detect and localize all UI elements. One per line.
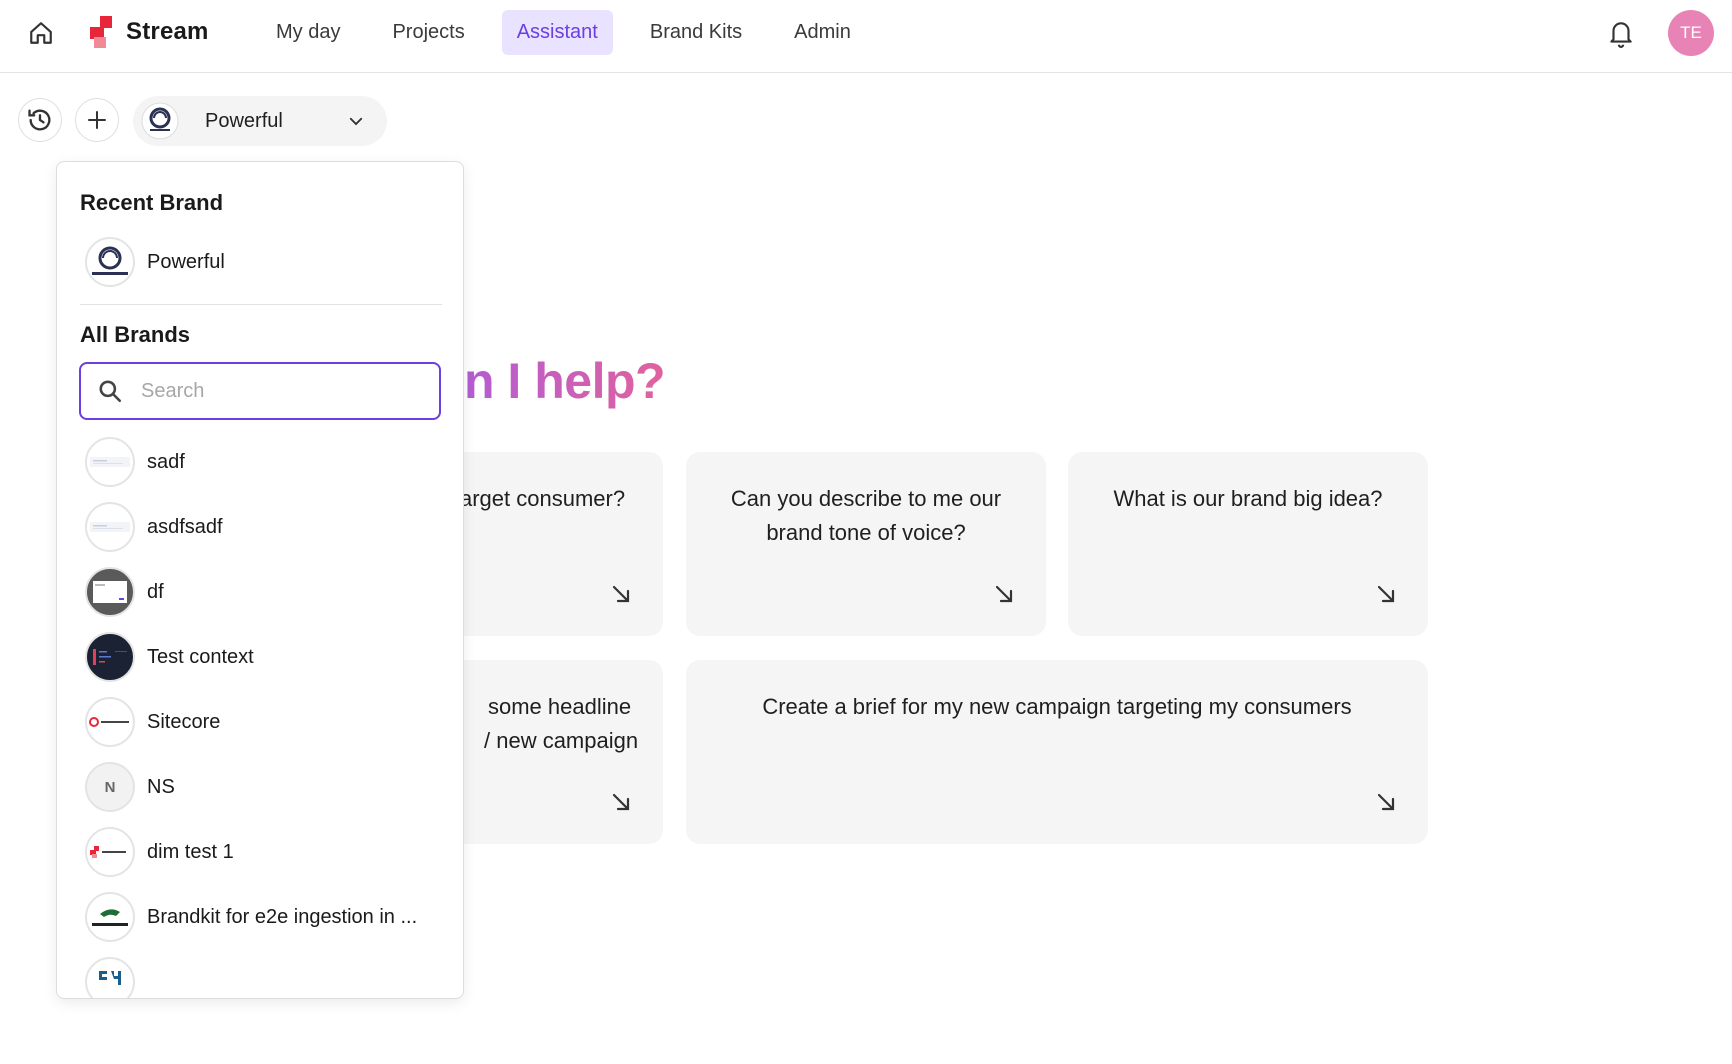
brand-list-item[interactable]: df	[85, 567, 164, 617]
brand-name: Powerful	[147, 250, 225, 273]
history-icon	[28, 109, 51, 131]
brand-list-item[interactable]: sadf	[85, 437, 185, 487]
brand-selector[interactable]: Powerful	[133, 96, 387, 146]
thumbnail-light-icon	[85, 437, 135, 487]
history-button[interactable]	[18, 98, 62, 142]
brand-list-item[interactable]: Test context	[85, 632, 254, 682]
home-icon[interactable]	[26, 18, 56, 48]
all-brands-heading: All Brands	[80, 322, 191, 347]
prompt-card[interactable]: What is our brand big idea?	[1068, 452, 1428, 636]
prompt-card-text-line: / new campaign	[484, 728, 639, 753]
prompt-card-text-line: some headline	[488, 694, 632, 719]
nav-assistant[interactable]: Assistant	[501, 10, 613, 55]
brand-list-item[interactable]: dim test 1	[85, 827, 234, 877]
assistant-greeting-heading: n I help?	[464, 353, 666, 409]
arrow-down-right-icon	[612, 793, 630, 811]
initial-avatar: N	[85, 762, 135, 812]
brand-list-item[interactable]: asdfsadf	[85, 502, 223, 552]
chevron-down-icon	[349, 117, 363, 126]
arrow-down-right-icon	[612, 585, 630, 603]
brand-name: Test context	[147, 645, 254, 668]
brand-search-field[interactable]	[79, 362, 441, 420]
thumbnail-dark-icon	[85, 632, 135, 682]
brand-initial: N	[104, 778, 116, 796]
plus-icon	[88, 111, 106, 129]
main-nav: My day Projects Assistant Brand Kits Adm…	[261, 10, 880, 55]
brand-selector-label: Powerful	[205, 109, 283, 132]
brand-list-item[interactable]: N NS	[85, 762, 175, 812]
brand-name: dim test 1	[147, 840, 234, 863]
nav-my-day[interactable]: My day	[261, 10, 355, 55]
brand-dropdown: Recent Brand Powerful All Brands sadf as…	[56, 161, 464, 999]
brand-name: Sitecore	[147, 710, 221, 733]
prompt-card-text: some headline / new campaign	[460, 690, 643, 758]
notification-bell-icon[interactable]	[1608, 18, 1638, 50]
thumbnail-screen-icon	[85, 567, 135, 617]
search-icon	[99, 380, 122, 403]
nav-projects[interactable]: Projects	[377, 10, 479, 55]
lacoste-logo-icon	[85, 892, 135, 942]
stream-logo-icon	[88, 16, 116, 48]
prompt-card[interactable]: Create a brief for my new campaign targe…	[686, 660, 1428, 844]
recent-brand-item[interactable]: Powerful	[85, 237, 225, 287]
recent-brand-heading: Recent Brand	[80, 190, 224, 215]
brand-name: sadf	[147, 450, 185, 473]
user-avatar[interactable]: TE	[1668, 10, 1714, 56]
new-chat-button[interactable]	[75, 98, 119, 142]
prompt-card[interactable]: Can you describe to me our brand tone of…	[686, 452, 1046, 636]
sitecore-logo-icon	[85, 697, 135, 747]
powerful-logo-icon	[85, 237, 135, 287]
arrow-down-right-icon	[1377, 793, 1395, 811]
powerful-logo-icon	[141, 102, 179, 140]
brand-list-item[interactable]: Sitecore	[85, 697, 220, 747]
nav-brand-kits[interactable]: Brand Kits	[635, 10, 757, 55]
arrow-down-right-icon	[995, 585, 1013, 603]
prompt-card-text: Can you describe to me our brand tone of…	[730, 486, 1002, 545]
thumbnail-light-icon	[85, 502, 135, 552]
divider	[80, 304, 442, 305]
brand-name: asdfsadf	[147, 515, 223, 538]
stream-logo-icon	[85, 827, 135, 877]
prompt-card-text: Create a brief for my new campaign targe…	[762, 694, 1352, 719]
brand-name: Brandkit for e2e ingestion in ...	[147, 905, 418, 928]
brand-list-item-partial[interactable]	[85, 957, 135, 998]
brand-name: df	[147, 580, 164, 603]
brand-logo-icon	[85, 957, 135, 998]
app-logo[interactable]: Stream	[88, 16, 209, 48]
nav-admin[interactable]: Admin	[779, 10, 866, 55]
brand-name: NS	[147, 775, 175, 798]
prompt-card-text: arget consumer?	[460, 486, 626, 511]
brand-search-input[interactable]	[141, 379, 401, 403]
top-navigation-bar: Stream My day Projects Assistant Brand K…	[0, 0, 1732, 73]
brand-list-item[interactable]: Brandkit for e2e ingestion in ...	[85, 892, 417, 942]
prompt-card-text: What is our brand big idea?	[1113, 486, 1383, 511]
app-name: Stream	[126, 18, 209, 45]
arrow-down-right-icon	[1377, 585, 1395, 603]
